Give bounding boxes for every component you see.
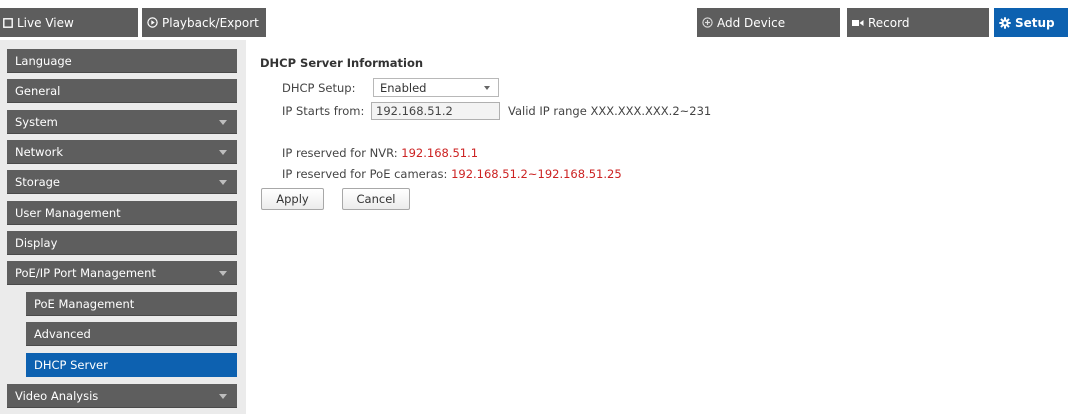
setup-sidebar: Language General System Network Storage … [0, 40, 246, 414]
sidebar-subitem-poe-management[interactable]: PoE Management [26, 292, 237, 316]
nvr-reserved-label: IP reserved for NVR: [282, 146, 398, 160]
tab-label: Playback/Export [162, 15, 259, 30]
tab-label: Add Device [717, 15, 786, 30]
sidebar-item-label: DHCP Server [34, 358, 108, 372]
ip-start-input[interactable]: 192.168.51.2 [371, 102, 500, 120]
poe-reserved-ip-range: 192.168.51.2~192.168.51.25 [451, 167, 622, 181]
sidebar-item-label: System [15, 115, 58, 129]
ip-start-label: IP Starts from: [282, 104, 365, 118]
dhcp-server-panel: DHCP Server Information DHCP Setup: Enab… [246, 40, 1068, 414]
sidebar-item-system[interactable]: System [7, 110, 237, 134]
tab-record[interactable]: Record [847, 8, 989, 37]
top-navigation-bar: Live View Playback/Export Add Device Rec… [0, 0, 1068, 40]
sidebar-item-label: Video Analysis [15, 389, 99, 403]
dhcp-setup-value: Enabled [380, 80, 427, 95]
sidebar-item-label: Storage [15, 175, 60, 189]
nvr-reserved-ip: 192.168.51.1 [401, 146, 479, 160]
dhcp-setup-select[interactable]: Enabled [373, 78, 499, 97]
tab-add-device[interactable]: Add Device [697, 8, 840, 37]
tab-label: Setup [1015, 15, 1055, 30]
add-circle-icon [702, 17, 713, 28]
ip-range-hint: Valid IP range XXX.XXX.XXX.2~231 [508, 104, 712, 118]
tab-playback-export[interactable]: Playback/Export [142, 8, 266, 37]
tab-label: Live View [17, 15, 74, 30]
apply-button[interactable]: Apply [261, 188, 324, 210]
sidebar-item-label: PoE/IP Port Management [15, 266, 156, 280]
sidebar-item-user-management[interactable]: User Management [7, 201, 237, 225]
section-title: DHCP Server Information [260, 56, 424, 70]
tab-setup[interactable]: Setup [994, 8, 1068, 37]
sidebar-item-label: Display [15, 236, 58, 250]
sidebar-item-network[interactable]: Network [7, 140, 237, 164]
sidebar-item-label: Language [15, 54, 72, 68]
sidebar-subitem-advanced[interactable]: Advanced [26, 322, 237, 346]
ip-start-value: 192.168.51.2 [376, 104, 453, 118]
gear-icon [999, 16, 1011, 29]
nvr-reserved-row: IP reserved for NVR: 192.168.51.1 [282, 146, 478, 160]
sidebar-item-language[interactable]: Language [7, 49, 237, 73]
chevron-down-icon [219, 180, 227, 185]
sidebar-item-label: General [15, 84, 61, 98]
chevron-down-icon [219, 120, 227, 125]
sidebar-subitem-dhcp-server[interactable]: DHCP Server [26, 353, 237, 377]
sidebar-item-display[interactable]: Display [7, 231, 237, 255]
poe-reserved-row: IP reserved for PoE cameras: 192.168.51.… [282, 167, 622, 181]
tab-label: Record [868, 15, 910, 30]
sidebar-item-label: Advanced [34, 327, 91, 341]
live-view-icon [3, 17, 13, 28]
sidebar-item-label: Network [15, 145, 64, 159]
sidebar-item-label: PoE Management [34, 297, 135, 311]
sidebar-item-video-analysis[interactable]: Video Analysis [7, 384, 237, 408]
chevron-down-icon [219, 150, 227, 155]
tab-live-view[interactable]: Live View [0, 8, 138, 37]
chevron-down-icon [484, 86, 490, 90]
chevron-down-icon [219, 394, 227, 399]
sidebar-item-poe-ip-port-management[interactable]: PoE/IP Port Management [7, 261, 237, 285]
record-camera-icon [852, 19, 864, 27]
sidebar-item-general[interactable]: General [7, 79, 237, 103]
sidebar-item-label: User Management [15, 206, 121, 220]
sidebar-item-storage[interactable]: Storage [7, 170, 237, 194]
play-circle-icon [147, 17, 158, 28]
dhcp-setup-label: DHCP Setup: [282, 81, 356, 95]
cancel-button[interactable]: Cancel [342, 188, 410, 210]
chevron-down-icon [219, 271, 227, 276]
poe-reserved-label: IP reserved for PoE cameras: [282, 167, 448, 181]
